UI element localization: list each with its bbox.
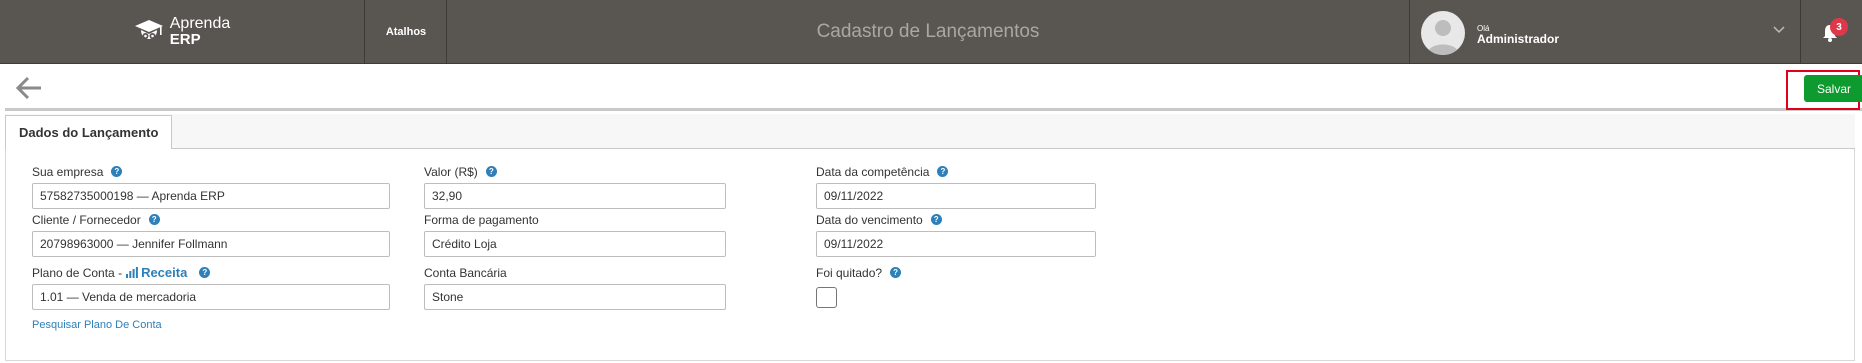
help-icon[interactable]: ? xyxy=(148,214,160,225)
valor-label: Valor (R$) xyxy=(424,164,478,179)
foi-quitado-checkbox[interactable] xyxy=(816,287,837,308)
chevron-down-icon[interactable] xyxy=(1772,25,1786,35)
plano-label: Plano de Conta - xyxy=(32,265,123,280)
logo-line1: Aprenda xyxy=(169,15,231,32)
conta-bancaria-select[interactable]: Stone xyxy=(424,284,726,310)
user-name: Administrador xyxy=(1477,32,1560,46)
cliente-field: Cliente / Fornecedor? 20798963000 — Jenn… xyxy=(32,212,390,257)
help-icon[interactable]: ? xyxy=(485,166,497,177)
help-icon[interactable]: ? xyxy=(937,166,949,177)
receita-label: Receita xyxy=(141,265,188,280)
action-toolbar: Salvar xyxy=(5,64,1862,111)
help-icon[interactable]: ? xyxy=(199,267,211,278)
help-icon[interactable]: ? xyxy=(890,267,902,278)
valor-input[interactable]: 32,90 xyxy=(424,183,726,209)
top-header: Aprenda ERP Atalhos Cadastro de Lançamen… xyxy=(0,0,1862,64)
user-menu[interactable]: Olá Administrador xyxy=(1409,0,1801,64)
plano-input[interactable]: 1.01 — Venda de mercadoria xyxy=(32,284,390,310)
data-competencia-label: Data da competência xyxy=(816,164,930,179)
data-competencia-field: Data da competência? 09/11/2022 xyxy=(816,164,1096,209)
save-button[interactable]: Salvar xyxy=(1804,75,1862,102)
tab-dados-lancamento[interactable]: Dados do Lançamento xyxy=(5,115,173,150)
cliente-label: Cliente / Fornecedor xyxy=(32,212,141,227)
plano-field: Plano de Conta - Receita ? 1.01 — Venda … xyxy=(32,265,390,331)
forma-pagamento-label: Forma de pagamento xyxy=(424,212,539,227)
notification-badge: 3 xyxy=(1830,18,1848,36)
cliente-input[interactable]: 20798963000 — Jennifer Follmann xyxy=(32,231,390,257)
foi-quitado-label: Foi quitado? xyxy=(816,265,883,280)
conta-bancaria-label: Conta Bancária xyxy=(424,265,507,280)
forma-pagamento-select[interactable]: Crédito Loja xyxy=(424,231,726,257)
shortcuts-button[interactable]: Atalhos xyxy=(366,0,447,64)
data-vencimento-label: Data do vencimento xyxy=(816,212,923,227)
forma-pagamento-field: Forma de pagamento Crédito Loja xyxy=(424,212,726,257)
empresa-input[interactable]: 57582735000198 — Aprenda ERP xyxy=(32,183,390,209)
page-title: Cadastro de Lançamentos xyxy=(816,21,1040,42)
user-avatar-icon xyxy=(1427,20,1459,55)
avatar xyxy=(1421,11,1465,55)
empresa-field: Sua empresa? 57582735000198 — Aprenda ER… xyxy=(32,164,390,209)
notifications-button[interactable]: 3 xyxy=(1802,0,1862,64)
data-vencimento-input[interactable]: 09/11/2022 xyxy=(816,231,1096,257)
receita-indicator: Receita xyxy=(126,265,187,280)
help-icon[interactable]: ? xyxy=(111,166,123,177)
conta-bancaria-field: Conta Bancária Stone xyxy=(424,265,726,310)
logo-line2: ERP xyxy=(169,31,201,48)
foi-quitado-field: Foi quitado?? xyxy=(816,265,902,308)
bar-chart-icon xyxy=(126,267,138,278)
graduation-owl-logo-icon xyxy=(134,20,163,39)
logo-area[interactable]: Aprenda ERP xyxy=(0,0,365,64)
tab-bar: Dados do Lançamento xyxy=(5,114,1855,150)
help-icon[interactable]: ? xyxy=(930,214,942,225)
form-panel: Sua empresa? 57582735000198 — Aprenda ER… xyxy=(5,149,1855,361)
back-arrow-icon[interactable] xyxy=(15,76,43,100)
data-competencia-input[interactable]: 09/11/2022 xyxy=(816,183,1096,209)
valor-field: Valor (R$)? 32,90 xyxy=(424,164,726,209)
data-vencimento-field: Data do vencimento? 09/11/2022 xyxy=(816,212,1096,257)
pesquisar-plano-link[interactable]: Pesquisar Plano De Conta xyxy=(32,319,162,331)
empresa-label: Sua empresa xyxy=(32,164,104,179)
